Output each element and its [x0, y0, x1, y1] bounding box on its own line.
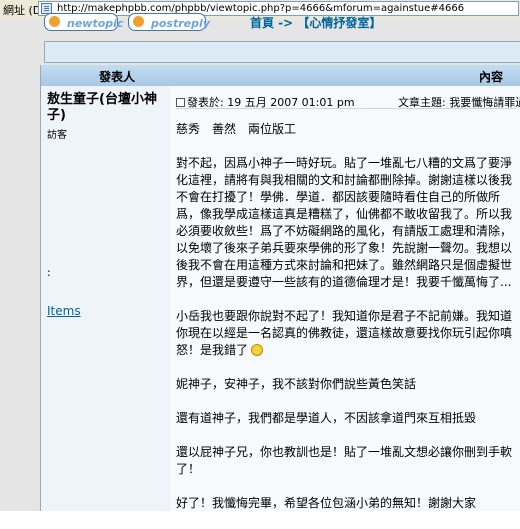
post-paragraph: 小岳我也要跟你說對不起了！我知道你是君子不記前嫌。我知道你現在以經是一名認真的佛… [176, 308, 514, 359]
post-paragraph: 對不起，因爲小神子一時好玩。貼了一堆亂七八糟的文爲了要淨化這裡，請將有與我相關的… [176, 156, 513, 289]
sad-smiley-icon [251, 344, 264, 356]
post-table: 發表人 內容 敖生童子(台壇小神子) 訪客 : Items 發表於: 19 五月… [40, 65, 520, 511]
author-column-header: 發表人 [99, 70, 136, 84]
post-icon[interactable] [176, 98, 185, 107]
new-topic-icon [49, 16, 60, 27]
post-body: 慈秀 善然 兩位版工 對不起，因爲小神子一時好玩。貼了一堆亂七八糟的文爲了要淨化… [176, 121, 514, 529]
post-paragraph: 慈秀 善然 兩位版工 [176, 122, 297, 136]
post-paragraph: 還有道神子，我們都是學道人，不因該拿道門來互相抵毀 [176, 411, 477, 425]
post-paragraph: 好了！我懺悔完畢，希望各位包涵小弟的無知！謝謝大家 [176, 496, 477, 510]
post-divider [176, 108, 516, 109]
post-paragraph: 還以屁神子兄，你也教訓也是！貼了一堆亂文想必讓你刪到手軟了！ [176, 445, 513, 476]
message-column-header: 內容 [479, 70, 504, 84]
post-paragraph-text: 小岳我也要跟你說對不起了！我知道你是君子不記前嫌。我知道你現在以經是一名認真的佛… [176, 309, 513, 357]
breadcrumb[interactable]: 首頁 -> 【心情抒發室】 [250, 14, 381, 31]
table-header: 發表人 內容 [41, 65, 520, 87]
new-topic-button[interactable]: newtopic [44, 13, 123, 31]
items-link[interactable]: Items [47, 304, 81, 318]
post-reply-icon [133, 16, 144, 27]
url-text: http://makephpbb.com/phpbb/viewtopic.php… [57, 3, 465, 14]
forum-page: newtopic postreply 首頁 -> 【心情抒發室】 發表人 內容 … [0, 13, 520, 511]
message-cell: 發表於: 19 五月 2007 01:01 pm 文章主題: 我要懺悔請罪過 慈… [172, 86, 520, 511]
post-reply-label: postreply [151, 17, 210, 30]
author-cell: 敖生童子(台壇小神子) 訪客 : Items [41, 86, 172, 511]
nav-band [44, 41, 520, 63]
profile-colon: : [47, 266, 51, 279]
post-reply-button[interactable]: postreply [128, 13, 210, 31]
post-paragraph: 妮神子，安神子，我不該對你們說些黃色笑話 [176, 377, 417, 391]
author-name[interactable]: 敖生童子(台壇小神子) [47, 92, 169, 124]
author-rank: 訪客 [47, 130, 67, 141]
new-topic-label: newtopic [67, 17, 124, 30]
